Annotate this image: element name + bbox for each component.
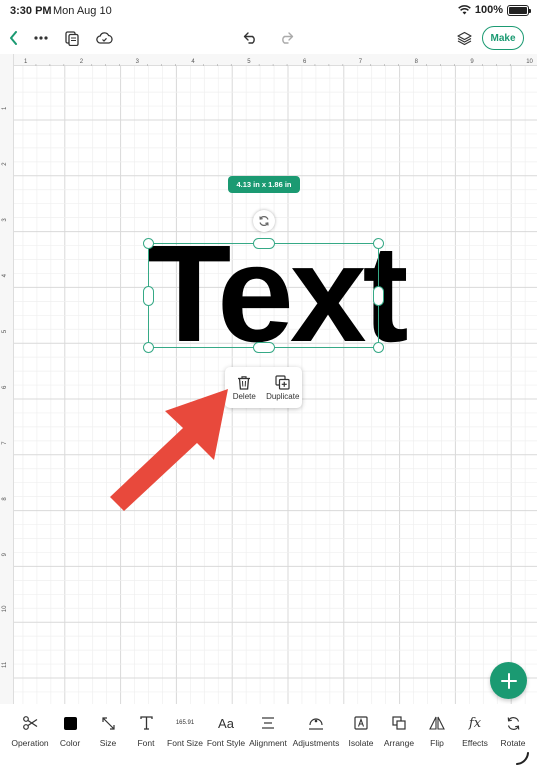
font-size-label: Font Size (167, 738, 203, 748)
font-tool[interactable]: Font (124, 714, 168, 748)
effects-label: Effects (462, 738, 488, 748)
resize-arrows-icon (101, 714, 116, 732)
alignment-label: Alignment (249, 738, 287, 748)
isolate-label: Isolate (348, 738, 374, 748)
font-label: Font (137, 738, 155, 748)
size-label: Size (99, 738, 117, 748)
font-style-icon: Aa (218, 715, 234, 731)
alignment-tool[interactable]: Alignment (246, 714, 290, 748)
effects-fx-icon: fx (468, 715, 482, 731)
add-button[interactable] (490, 662, 527, 699)
operation-tool[interactable]: Operation (8, 714, 52, 748)
font-size-value: 165.91 (175, 720, 195, 726)
rotate-label: Rotate (500, 738, 526, 748)
plus-icon (500, 672, 517, 689)
adjustments-label: Adjustments (292, 738, 340, 748)
rotate-tool[interactable]: Rotate (491, 714, 535, 748)
annotation-arrow (110, 389, 228, 511)
arrange-label: Arrange (383, 738, 415, 748)
font-size-tool[interactable]: 165.91 Font Size (163, 714, 207, 748)
align-icon (261, 714, 275, 732)
scissors-icon (22, 714, 38, 732)
edit-toolbar: Operation Color Size Font 165.91 Font Si… (0, 704, 537, 772)
arrange-icon (392, 714, 406, 732)
rotate-icon (506, 714, 521, 732)
font-style-tool[interactable]: Aa Font Style (204, 714, 248, 749)
flip-label: Flip (430, 738, 444, 748)
adjustments-icon (308, 714, 324, 732)
flip-icon (429, 714, 445, 732)
color-swatch (63, 716, 77, 730)
operation-label: Operation (11, 738, 49, 748)
adjustments-tool[interactable]: Adjustments (292, 714, 340, 748)
text-t-icon (139, 714, 153, 732)
isolate-icon (354, 714, 368, 732)
color-label: Color (59, 738, 81, 748)
font-style-label: Font Style (206, 738, 246, 748)
corner-gesture-indicator (516, 752, 529, 765)
